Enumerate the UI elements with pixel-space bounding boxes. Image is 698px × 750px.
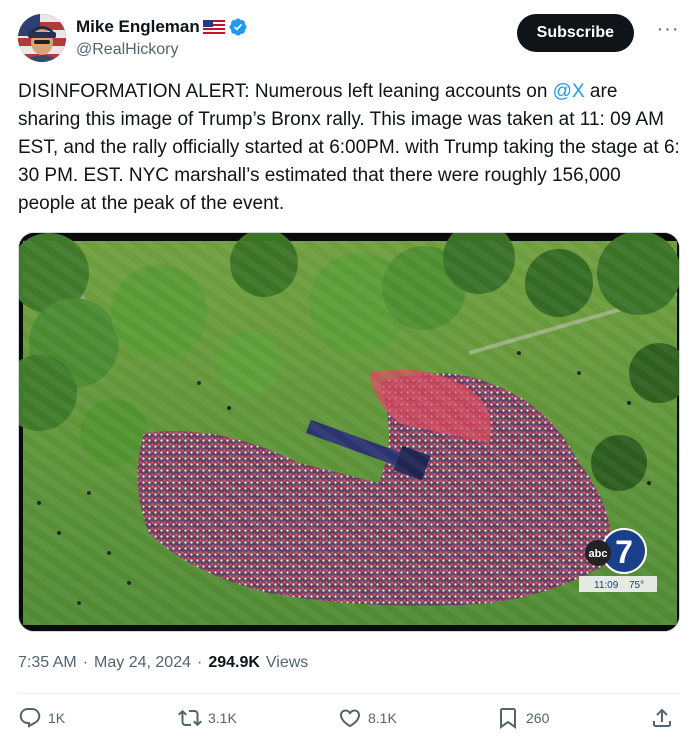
tweet-text-part1: DISINFORMATION ALERT: Numerous left lean…	[18, 81, 553, 102]
tweet-text: DISINFORMATION ALERT: Numerous left lean…	[18, 78, 682, 218]
reply-button[interactable]: 1K	[18, 706, 65, 730]
bookmark-button[interactable]: 260	[496, 706, 549, 730]
share-icon	[653, 708, 671, 727]
meta-separator: ·	[82, 654, 89, 671]
temp-readout: 75°	[629, 580, 644, 591]
verified-badge-icon[interactable]	[228, 17, 248, 37]
share-button[interactable]	[650, 706, 674, 730]
author-info: Mike Engleman @RealHickory	[76, 16, 248, 59]
like-button[interactable]: 8.1K	[338, 706, 397, 730]
repost-icon	[178, 709, 202, 727]
views-label: Views	[265, 654, 309, 671]
name-row: Mike Engleman	[76, 16, 248, 38]
time-temp-bar: 11:09 75°	[579, 576, 657, 592]
action-bar: 1K 3.1K 8.1K 260	[18, 706, 680, 738]
mention-link[interactable]: @X	[553, 81, 585, 102]
repost-count: 3.1K	[208, 710, 237, 726]
channel-number: 7	[615, 534, 633, 570]
like-count: 8.1K	[368, 710, 397, 726]
subscribe-button[interactable]: Subscribe	[516, 14, 634, 52]
bookmark-icon	[500, 708, 516, 729]
channel-logo-text: abc	[589, 548, 608, 560]
handle[interactable]: @RealHickory	[76, 41, 248, 59]
avatar[interactable]	[18, 14, 66, 62]
tweet-time[interactable]: 7:35 AM	[18, 654, 77, 672]
reply-count: 1K	[48, 710, 66, 726]
tweet-image[interactable]: abc 7 11:09 75°	[18, 232, 680, 632]
more-options-icon[interactable]: ···	[656, 19, 680, 42]
display-name[interactable]: Mike Engleman	[76, 17, 200, 37]
repost-button[interactable]: 3.1K	[178, 706, 237, 730]
meta-separator-2: ·	[196, 654, 203, 671]
heart-icon	[339, 709, 361, 728]
views-count: 294.9K	[208, 654, 260, 671]
tweet-date[interactable]: May 24, 2024	[94, 654, 191, 672]
divider	[18, 693, 680, 694]
tweet-meta: 7:35 AM · May 24, 2024 · 294.9K Views	[18, 654, 308, 672]
tweet-header: Mike Engleman @RealHickory Subscribe ···	[18, 12, 680, 64]
time-readout: 11:09	[594, 580, 619, 591]
reply-icon	[19, 708, 41, 728]
us-flag-icon	[202, 20, 225, 34]
bookmark-count: 260	[526, 710, 550, 726]
